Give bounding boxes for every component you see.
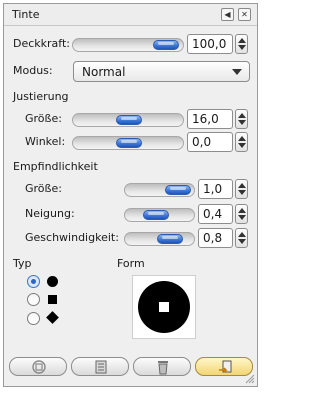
opacity-value-field[interactable]: 100,0 [187,34,233,54]
restore-icon [95,360,107,374]
adjustment-size-value-field[interactable]: 16,0 [187,109,233,129]
adjustment-angle-spin-button[interactable] [235,132,248,152]
type-square-radio[interactable] [27,293,40,306]
titlebar: Tinte ◀ ✕ [4,4,257,26]
mode-dropdown[interactable]: Normal [73,61,250,82]
sensitivity-speed-label: Geschwindigkeit: [25,231,119,244]
sensitivity-tilt-spin-button[interactable] [235,204,248,224]
spin-down-icon[interactable] [238,215,246,220]
sensitivity-tilt-slider-knob[interactable] [143,210,169,220]
sensitivity-size-label: Größe: [25,182,62,195]
opacity-slider-knob[interactable] [153,40,179,50]
spin-down-icon[interactable] [238,190,246,195]
opacity-spin-button[interactable] [235,34,248,54]
resize-grip-icon[interactable] [245,374,255,384]
mode-selected-value: Normal [82,65,126,79]
spin-up-icon[interactable] [238,113,246,118]
chevron-down-icon [232,69,242,75]
adjustment-size-spin-button[interactable] [235,109,248,129]
shape-handle[interactable] [159,302,169,312]
adjustment-size-slider[interactable] [72,113,184,127]
sensitivity-size-slider[interactable] [124,183,195,197]
spin-up-icon[interactable] [238,232,246,237]
spin-down-icon[interactable] [238,239,246,244]
sensitivity-speed-spin-button[interactable] [235,228,248,248]
sensitivity-heading: Empfindlichkeit [13,160,98,173]
spin-up-icon[interactable] [238,136,246,141]
opacity-slider[interactable] [72,38,184,52]
spin-up-icon[interactable] [238,38,246,43]
adjustment-angle-slider[interactable] [72,136,184,150]
adjustment-angle-label: Winkel: [25,135,66,148]
ink-shape-preview[interactable] [133,276,197,340]
spin-down-icon[interactable] [238,45,246,50]
close-icon[interactable]: ✕ [238,8,251,21]
sensitivity-size-spin-button[interactable] [235,179,248,199]
sensitivity-speed-value-field[interactable]: 0,8 [198,228,233,248]
adjustment-heading: Justierung [13,90,69,103]
sensitivity-tilt-label: Neigung: [25,207,75,220]
sensitivity-tilt-value-field[interactable]: 0,4 [198,204,233,224]
ink-options-panel: Tinte ◀ ✕ Deckkraft: 100,0 Modus: Normal… [3,3,258,387]
panel-title: Tinte [12,8,40,21]
mode-label: Modus: [13,64,53,77]
adjustment-angle-value-field[interactable]: 0,0 [187,132,233,152]
type-heading: Typ [13,257,32,270]
sensitivity-tilt-slider[interactable] [124,208,195,222]
diamond-shape-icon [46,311,59,324]
save-icon [32,360,46,374]
adjustment-angle-slider-knob[interactable] [116,138,142,148]
shape-heading: Form [117,257,145,270]
type-diamond-radio[interactable] [27,312,40,325]
menu-arrow-icon[interactable]: ◀ [221,8,234,21]
sensitivity-speed-slider-knob[interactable] [157,234,183,244]
spin-up-icon[interactable] [238,208,246,213]
adjustment-size-label: Größe: [25,112,62,125]
spin-up-icon[interactable] [238,183,246,188]
reset-icon [219,360,232,373]
sensitivity-speed-slider[interactable] [124,232,195,246]
square-shape-icon [48,295,57,304]
opacity-label: Deckkraft: [13,37,70,50]
circle-shape-icon [47,276,58,287]
trash-icon [158,361,168,375]
spin-down-icon[interactable] [238,143,246,148]
type-circle-radio[interactable] [27,275,40,288]
sensitivity-size-value-field[interactable]: 1,0 [198,179,233,199]
restore-button[interactable] [71,357,129,376]
save-button[interactable] [9,357,67,376]
spin-down-icon[interactable] [238,120,246,125]
sensitivity-size-slider-knob[interactable] [165,185,191,195]
shape-editor[interactable] [132,275,196,339]
delete-button[interactable] [133,357,191,376]
adjustment-size-slider-knob[interactable] [116,115,142,125]
